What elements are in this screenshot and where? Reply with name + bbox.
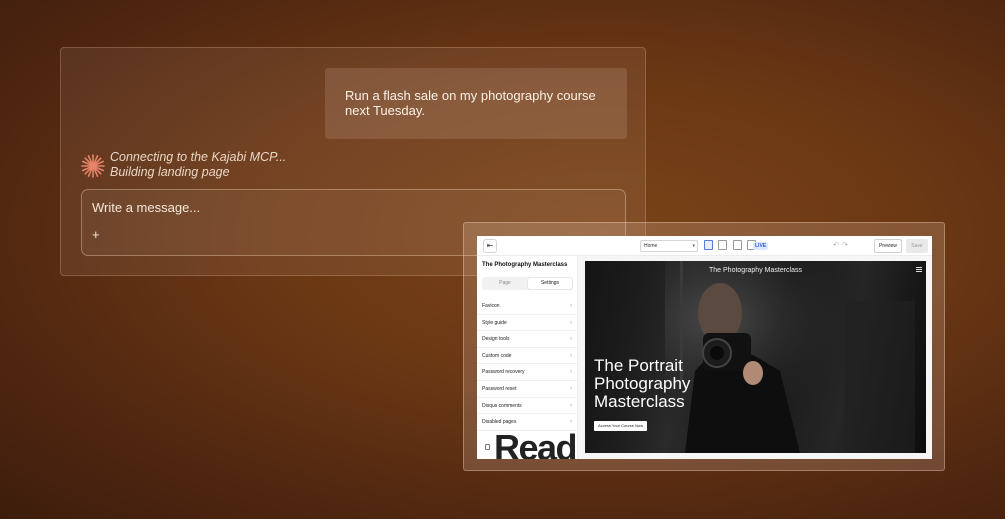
save-button[interactable]: Save [906, 239, 928, 253]
exit-editor-icon[interactable]: ⇤ [483, 239, 497, 253]
chevron-right-icon: › [570, 369, 572, 376]
hero-cta-button[interactable]: Access Your Course Now [594, 421, 648, 431]
message-input[interactable] [92, 200, 572, 215]
redo-icon[interactable]: ↷ [842, 241, 848, 249]
chevron-right-icon: › [570, 352, 572, 359]
menu-item-label: Disabled pages [482, 419, 517, 426]
page-select[interactable]: Home ▾ [640, 240, 698, 252]
desktop-icon[interactable] [704, 240, 713, 250]
preview-button[interactable]: Preview [874, 239, 902, 253]
editor-sidebar: The Photography Masterclass Page Setting… [477, 256, 578, 459]
user-message-bubble: Run a flash sale on my photography cours… [325, 68, 627, 139]
chevron-right-icon: › [570, 319, 572, 326]
sidebar-tabs: Page Settings [482, 277, 573, 290]
site-title: The Photography Masterclass [482, 262, 568, 268]
menu-item-label: Favicon [482, 303, 500, 309]
document-icon[interactable] [485, 444, 490, 450]
editor-window-frame: ⇤ Home ▾ LIVE ↶ ↷ Preview Save The Photo… [463, 222, 945, 471]
page-select-value: Home [644, 243, 658, 249]
overlay-big-word: Read [494, 427, 578, 460]
device-switcher [704, 240, 757, 252]
menu-item-password-recovery[interactable]: Password recovery › [477, 364, 577, 381]
menu-item-design-tools[interactable]: Design tools › [477, 331, 577, 348]
chevron-right-icon: › [570, 385, 572, 392]
status-line-building: Building landing page [110, 165, 230, 179]
hero-section[interactable]: The Photography Masterclass The Portrait… [585, 261, 926, 453]
menu-item-custom-code[interactable]: Custom code › [477, 348, 577, 365]
add-attachment-button[interactable]: + [92, 228, 100, 242]
menu-item-style-guide[interactable]: Style guide › [477, 315, 577, 332]
tab-page[interactable]: Page [483, 278, 527, 289]
menu-item-label: Design tools [482, 336, 510, 343]
chevron-down-icon: ▾ [692, 243, 695, 249]
undo-icon[interactable]: ↶ [833, 241, 839, 249]
menu-icon[interactable] [916, 267, 922, 272]
page-canvas: The Photography Masterclass The Portrait… [578, 256, 932, 459]
tablet-icon[interactable] [732, 240, 742, 250]
tab-settings[interactable]: Settings [528, 278, 572, 289]
hero-site-title: The Photography Masterclass [709, 267, 802, 274]
menu-item-password-reset[interactable]: Password reset › [477, 381, 577, 398]
menu-item-label: Disqus comments [482, 402, 522, 409]
status-line-connecting: Connecting to the Kajabi MCP... [110, 150, 287, 164]
live-badge: LIVE [753, 242, 769, 250]
laptop-icon[interactable] [718, 240, 728, 250]
page-editor: ⇤ Home ▾ LIVE ↶ ↷ Preview Save The Photo… [477, 236, 932, 459]
settings-menu: Favicon › Style guide › Design tools › Cust… [477, 298, 577, 431]
menu-item-favicon[interactable]: Favicon › [477, 298, 577, 315]
menu-item-label: Password reset [482, 385, 517, 392]
hero-headline: The Portrait Photography Masterclass [594, 356, 691, 411]
menu-item-label: Custom code [482, 352, 512, 359]
chevron-right-icon: › [570, 402, 572, 409]
menu-item-label: Style guide [482, 319, 507, 326]
chevron-right-icon: › [570, 336, 572, 343]
spark-icon [81, 154, 105, 178]
editor-topbar: ⇤ Home ▾ LIVE ↶ ↷ Preview Save [477, 236, 932, 256]
menu-item-label: Password recovery [482, 369, 525, 376]
menu-item-disqus-comments[interactable]: Disqus comments › [477, 398, 577, 415]
chevron-right-icon: › [570, 303, 572, 309]
